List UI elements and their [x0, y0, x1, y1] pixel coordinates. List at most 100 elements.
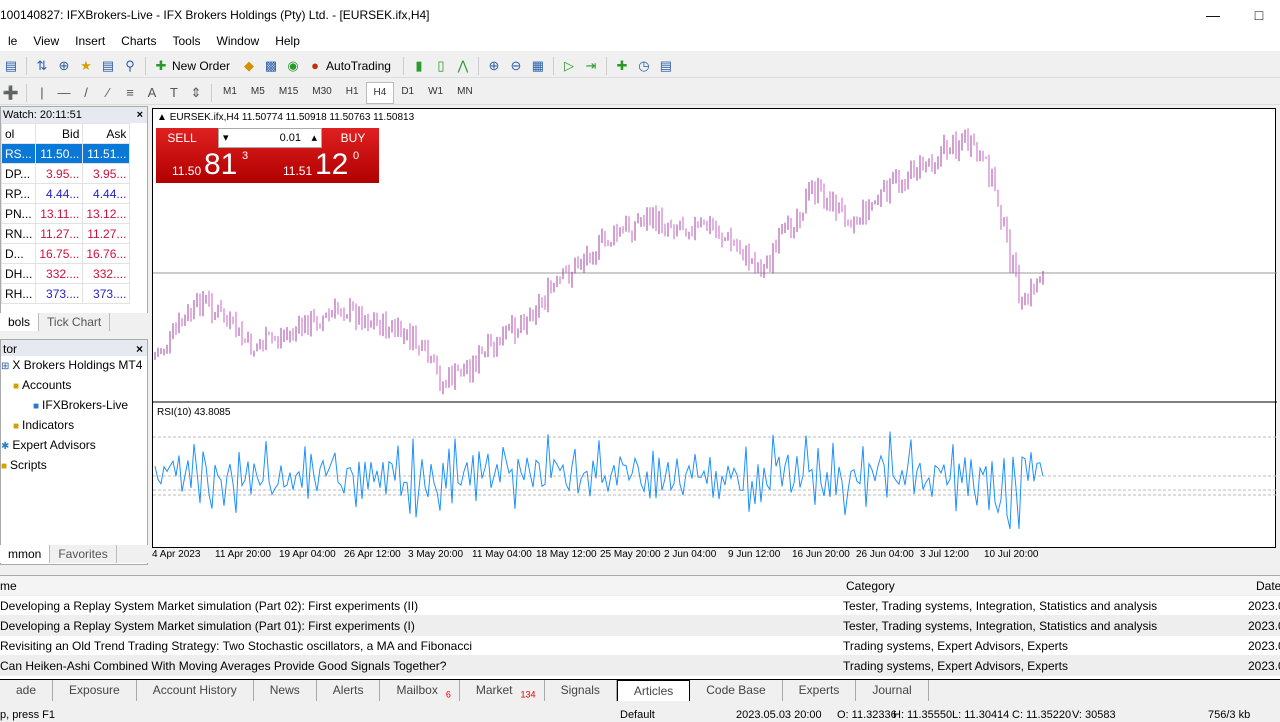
- tile-windows-icon[interactable]: ▦: [527, 56, 549, 76]
- column-header[interactable]: Ask: [82, 123, 131, 144]
- fibonacci-icon[interactable]: ≡: [119, 83, 141, 103]
- arrows-icon[interactable]: ⇕: [185, 83, 207, 103]
- timeframe-d1[interactable]: D1: [394, 82, 421, 104]
- data-window-icon[interactable]: ⊕: [53, 56, 75, 76]
- tab-tick-chart[interactable]: Tick Chart: [39, 313, 111, 331]
- terminal-icon[interactable]: ▤: [97, 56, 119, 76]
- vps-icon[interactable]: ▩: [260, 56, 282, 76]
- time-label: 19 Apr 04:00: [279, 549, 336, 560]
- new-order-icon[interactable]: ✚: [150, 56, 172, 76]
- navigator-item[interactable]: ⊞ X Brokers Holdings MT4: [1, 356, 147, 376]
- signals-icon[interactable]: ◉: [282, 56, 304, 76]
- timeframe-mn[interactable]: MN: [450, 82, 480, 104]
- crosshair-icon[interactable]: ➕: [0, 83, 22, 103]
- templates-icon[interactable]: ▤: [655, 56, 677, 76]
- minimize-button[interactable]: —: [1190, 0, 1236, 31]
- tab-ade[interactable]: ade: [0, 680, 54, 701]
- lot-size-input[interactable]: ▾ 0.01 ▴: [218, 128, 322, 148]
- menu-insert[interactable]: Insert: [67, 31, 113, 51]
- timeframe-w1[interactable]: W1: [421, 82, 450, 104]
- tab-market[interactable]: Market 134: [460, 680, 545, 701]
- market-watch-row[interactable]: D... 16.75... 16.76...: [0, 243, 131, 264]
- indicators-icon[interactable]: ✚: [611, 56, 633, 76]
- column-header[interactable]: Date: [1256, 576, 1280, 596]
- increase-lot-icon[interactable]: ▴: [311, 129, 317, 147]
- navigator-item[interactable]: ✱ Expert Advisors: [1, 436, 147, 456]
- tester-icon[interactable]: ⚲: [119, 56, 141, 76]
- tab-exposure[interactable]: Exposure: [53, 680, 137, 701]
- tab-news[interactable]: News: [254, 680, 317, 701]
- tab-mmon[interactable]: mmon: [0, 545, 51, 563]
- tab-journal[interactable]: Journal: [856, 680, 929, 701]
- zoom-out-icon[interactable]: ⊖: [505, 56, 527, 76]
- autoscroll-icon[interactable]: ▷: [558, 56, 580, 76]
- ask-cell: 11.27...: [82, 223, 131, 244]
- timeframe-m5[interactable]: M5: [244, 82, 272, 104]
- menu-window[interactable]: Window: [209, 31, 268, 51]
- article-row[interactable]: Revisiting an Old Trend Trading Strategy…: [0, 636, 1280, 656]
- chart-shift-icon[interactable]: ⇥: [580, 56, 602, 76]
- timeframe-h4[interactable]: H4: [365, 81, 395, 104]
- menu-charts[interactable]: Charts: [113, 31, 164, 51]
- tab-bols[interactable]: bols: [0, 313, 40, 331]
- tab-alerts[interactable]: Alerts: [317, 680, 381, 701]
- timeframe-m15[interactable]: M15: [272, 82, 305, 104]
- tab-articles[interactable]: Articles: [616, 680, 691, 701]
- column-header[interactable]: Category: [846, 576, 895, 596]
- timeframe-m30[interactable]: M30: [305, 82, 338, 104]
- market-watch-row[interactable]: RS... 11.50... 11.51...: [0, 143, 131, 164]
- ask-cell: 373....: [82, 283, 131, 304]
- menu-view[interactable]: View: [25, 31, 67, 51]
- navigator-item[interactable]: ■ IFXBrokers-Live: [1, 396, 147, 416]
- tab-signals[interactable]: Signals: [545, 680, 617, 701]
- market-watch-row[interactable]: DP... 3.95... 3.95...: [0, 163, 131, 184]
- decrease-lot-icon[interactable]: ▾: [223, 129, 229, 147]
- new-chart-icon[interactable]: ▤: [0, 56, 22, 76]
- timeframe-h1[interactable]: H1: [339, 82, 366, 104]
- menu-le[interactable]: le: [0, 31, 25, 51]
- tab-experts[interactable]: Experts: [783, 680, 857, 701]
- text-label-icon[interactable]: T: [163, 83, 185, 103]
- navigator-item[interactable]: ■ Scripts: [1, 456, 147, 476]
- market-watch-row[interactable]: DH... 332.... 332....: [0, 263, 131, 284]
- menu-tools[interactable]: Tools: [165, 31, 209, 51]
- menu-help[interactable]: Help: [267, 31, 308, 51]
- horizontal-line-icon[interactable]: —: [53, 83, 75, 103]
- channel-icon[interactable]: ∕: [97, 83, 119, 103]
- vertical-line-icon[interactable]: |: [31, 83, 53, 103]
- column-header[interactable]: me: [0, 576, 17, 596]
- market-watch-icon[interactable]: ⇅: [31, 56, 53, 76]
- new-order-button[interactable]: New Order: [172, 59, 230, 73]
- trendline-icon[interactable]: /: [75, 83, 97, 103]
- zoom-in-icon[interactable]: ⊕: [483, 56, 505, 76]
- column-header[interactable]: ol: [0, 123, 37, 144]
- navigator-item[interactable]: ■ Accounts: [1, 376, 147, 396]
- autotrading-icon[interactable]: ●: [304, 56, 326, 76]
- tab-code-base[interactable]: Code Base: [690, 680, 783, 701]
- line-chart-icon[interactable]: ⋀: [452, 56, 474, 76]
- candlestick-icon[interactable]: ▯: [430, 56, 452, 76]
- close-icon[interactable]: ×: [137, 107, 143, 123]
- close-icon[interactable]: ×: [136, 340, 143, 358]
- market-watch-row[interactable]: RH... 373.... 373....: [0, 283, 131, 304]
- tab-favorites[interactable]: Favorites: [50, 545, 117, 563]
- article-row[interactable]: Developing a Replay System Market simula…: [0, 596, 1280, 616]
- tab-mailbox[interactable]: Mailbox 6: [380, 680, 460, 701]
- article-row[interactable]: Can Heiken-Ashi Combined With Moving Ave…: [0, 656, 1280, 676]
- timeframe-m1[interactable]: M1: [216, 82, 244, 104]
- text-icon[interactable]: A: [141, 83, 163, 103]
- navigator-icon[interactable]: ★: [75, 56, 97, 76]
- market-watch-row[interactable]: RN... 11.27... 11.27...: [0, 223, 131, 244]
- column-header[interactable]: Bid: [35, 123, 84, 144]
- maximize-button[interactable]: □: [1236, 0, 1280, 31]
- market-watch-row[interactable]: PN... 13.11... 13.12...: [0, 203, 131, 224]
- bar-chart-icon[interactable]: ▮: [408, 56, 430, 76]
- market-watch-row[interactable]: RP... 4.44... 4.44...: [0, 183, 131, 204]
- periods-icon[interactable]: ◷: [633, 56, 655, 76]
- navigator-title: tor: [3, 342, 18, 356]
- navigator-item[interactable]: ■ Indicators: [1, 416, 147, 436]
- autotrading-button[interactable]: AutoTrading: [326, 59, 391, 73]
- article-row[interactable]: Developing a Replay System Market simula…: [0, 616, 1280, 636]
- tab-account-history[interactable]: Account History: [137, 680, 254, 701]
- metaeditor-icon[interactable]: ◆: [238, 56, 260, 76]
